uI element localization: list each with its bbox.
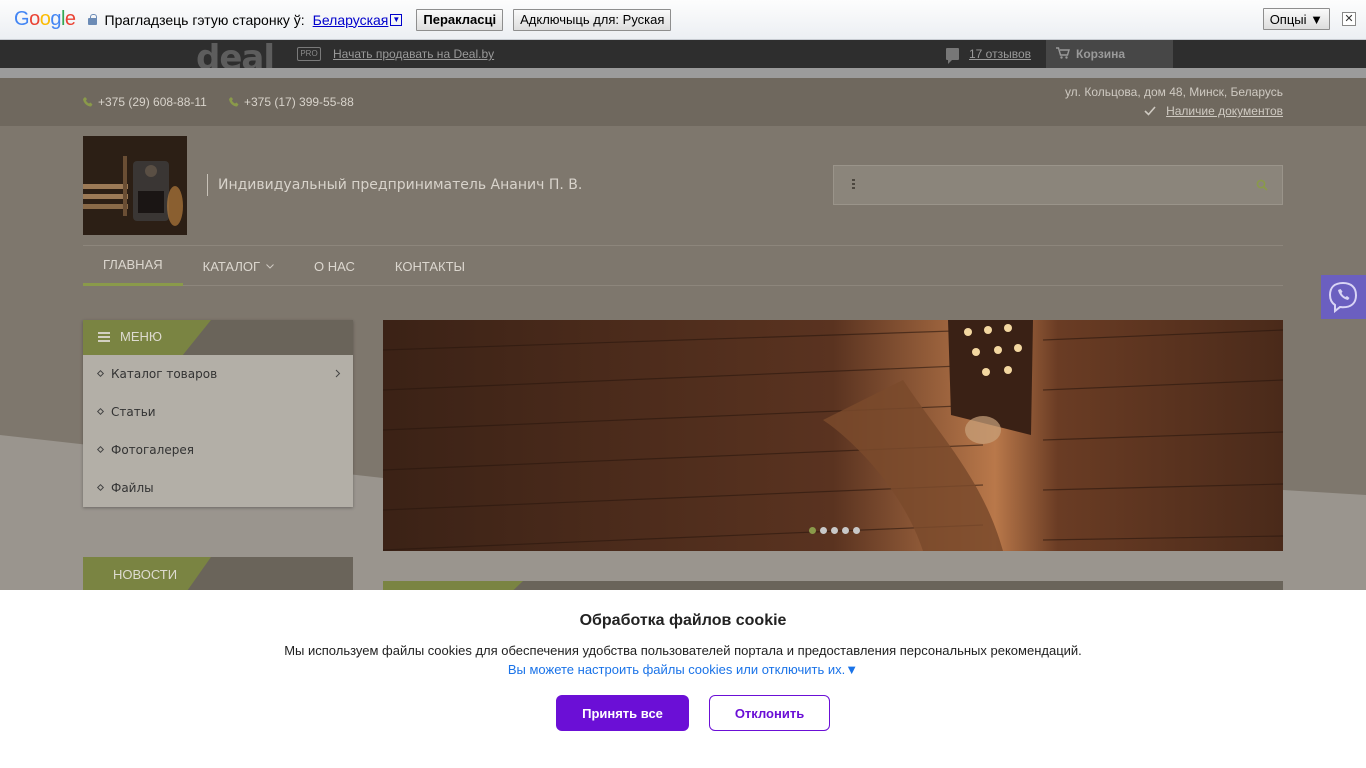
- slider-dot[interactable]: [853, 527, 860, 534]
- news-title: Новости: [113, 567, 178, 582]
- slider-pagination[interactable]: [809, 527, 864, 534]
- phone-icon: [83, 97, 93, 107]
- sidebar-item-catalog[interactable]: Каталог товаров: [83, 355, 353, 393]
- phone-2[interactable]: +375 (17) 399-55-88: [229, 95, 354, 109]
- menu-header: Меню: [83, 320, 353, 355]
- sidebar-item-label: Фотогалерея: [111, 443, 194, 457]
- documents-link[interactable]: Наличие документов: [1144, 104, 1283, 118]
- accept-all-button[interactable]: Принять все: [556, 695, 689, 731]
- dropdown-arrow-icon[interactable]: ▼: [390, 13, 403, 26]
- sidebar-item-label: Файлы: [111, 481, 154, 495]
- reviews-label: 17 отзывов: [969, 47, 1032, 61]
- slider-dot[interactable]: [820, 527, 827, 534]
- translate-button[interactable]: Перакласці: [416, 8, 504, 31]
- address: ул. Кольцова, дом 48, Минск, Беларусь: [1064, 85, 1283, 99]
- start-selling-link[interactable]: Начать продавать на Deal.by: [333, 47, 494, 61]
- bullet-icon: [96, 445, 105, 454]
- search-input[interactable]: [833, 165, 1283, 205]
- close-icon[interactable]: ✕: [1342, 12, 1356, 26]
- reviews-link[interactable]: 17 отзывов: [946, 47, 1032, 64]
- cookie-banner: Обработка файлов cookie Мы используем фа…: [0, 590, 1366, 768]
- chevron-right-icon: [335, 369, 341, 378]
- documents-label: Наличие документов: [1166, 104, 1283, 118]
- lock-icon: [87, 14, 97, 25]
- nav-item-catalog[interactable]: Каталог: [183, 246, 294, 286]
- language-select[interactable]: Беларуская: [313, 12, 389, 28]
- deal-stripe: [0, 68, 1366, 78]
- slider-dot[interactable]: [831, 527, 838, 534]
- bullet-icon: [96, 407, 105, 416]
- phone-1-label: +375 (29) 608-88-11: [98, 95, 207, 109]
- phone-2-label: +375 (17) 399-55-88: [244, 95, 354, 109]
- options-button[interactable]: Опцыі ▼: [1262, 8, 1330, 30]
- hero-slider[interactable]: [383, 320, 1283, 551]
- viber-icon: [1328, 281, 1358, 314]
- menu-title: Меню: [120, 329, 163, 344]
- comment-icon: [946, 48, 959, 64]
- sidebar-menu: Меню Каталог товаров Статьи Фотогалерея …: [83, 320, 353, 507]
- translate-bar: Google Прагладзець гэтую старонку ў: Бел…: [0, 0, 1366, 40]
- viber-button[interactable]: [1321, 275, 1366, 319]
- google-logo: Google: [14, 8, 76, 30]
- cookie-settings-link[interactable]: Вы можете настроить файлы cookies или от…: [0, 662, 1366, 677]
- sidebar-item-gallery[interactable]: Фотогалерея: [83, 431, 353, 469]
- nav-item-home[interactable]: Главная: [83, 246, 183, 286]
- disable-translate-button[interactable]: Адключыць для: Руская: [513, 8, 672, 31]
- nav-item-contacts[interactable]: Контакты: [375, 246, 485, 286]
- nav-label: Каталог: [202, 258, 261, 274]
- cart-icon: [1056, 47, 1070, 59]
- slider-dot[interactable]: [809, 527, 816, 534]
- main-nav: Главная Каталог О нас Контакты: [83, 245, 1283, 286]
- phone-1[interactable]: +375 (29) 608-88-11: [83, 95, 207, 109]
- search-icon[interactable]: [1256, 179, 1268, 191]
- pro-badge: PRO: [297, 47, 321, 61]
- search-category-icon[interactable]: [852, 179, 855, 191]
- cookie-title: Обработка файлов cookie: [579, 612, 787, 629]
- nav-label: Главная: [103, 257, 163, 272]
- translate-prompt: Прагладзець гэтую старонку ў:: [104, 11, 305, 28]
- chevron-down-icon: [266, 263, 274, 269]
- menu-icon: [98, 332, 110, 342]
- bullet-icon: [96, 483, 105, 492]
- bullet-icon: [96, 369, 105, 378]
- nav-item-about[interactable]: О нас: [294, 246, 375, 286]
- decline-button[interactable]: Отклонить: [709, 695, 830, 731]
- sauna-stove-image: [83, 136, 187, 235]
- phone-icon: [229, 97, 239, 107]
- nav-label: О нас: [314, 258, 355, 274]
- company-name: Индивидуальный предприниматель Ананич П.…: [207, 174, 582, 196]
- nav-label: Контакты: [394, 258, 466, 274]
- slider-dot[interactable]: [842, 527, 849, 534]
- cart-button[interactable]: Корзина: [1046, 40, 1173, 68]
- sauna-slide-image: [383, 320, 1283, 551]
- cookie-text: Мы используем файлы cookies для обеспече…: [284, 643, 1082, 658]
- sidebar-item-label: Статьи: [111, 405, 156, 419]
- cart-label: Корзина: [1076, 47, 1126, 61]
- contacts-row: +375 (29) 608-88-11 +375 (17) 399-55-88 …: [0, 78, 1366, 126]
- check-icon: [1144, 106, 1156, 116]
- sidebar-item-articles[interactable]: Статьи: [83, 393, 353, 431]
- deal-bar: deal PRO Начать продавать на Deal.by 17 …: [0, 40, 1366, 74]
- sidebar-item-files[interactable]: Файлы: [83, 469, 353, 507]
- sidebar-item-label: Каталог товаров: [111, 367, 218, 381]
- company-logo-image[interactable]: [83, 136, 187, 235]
